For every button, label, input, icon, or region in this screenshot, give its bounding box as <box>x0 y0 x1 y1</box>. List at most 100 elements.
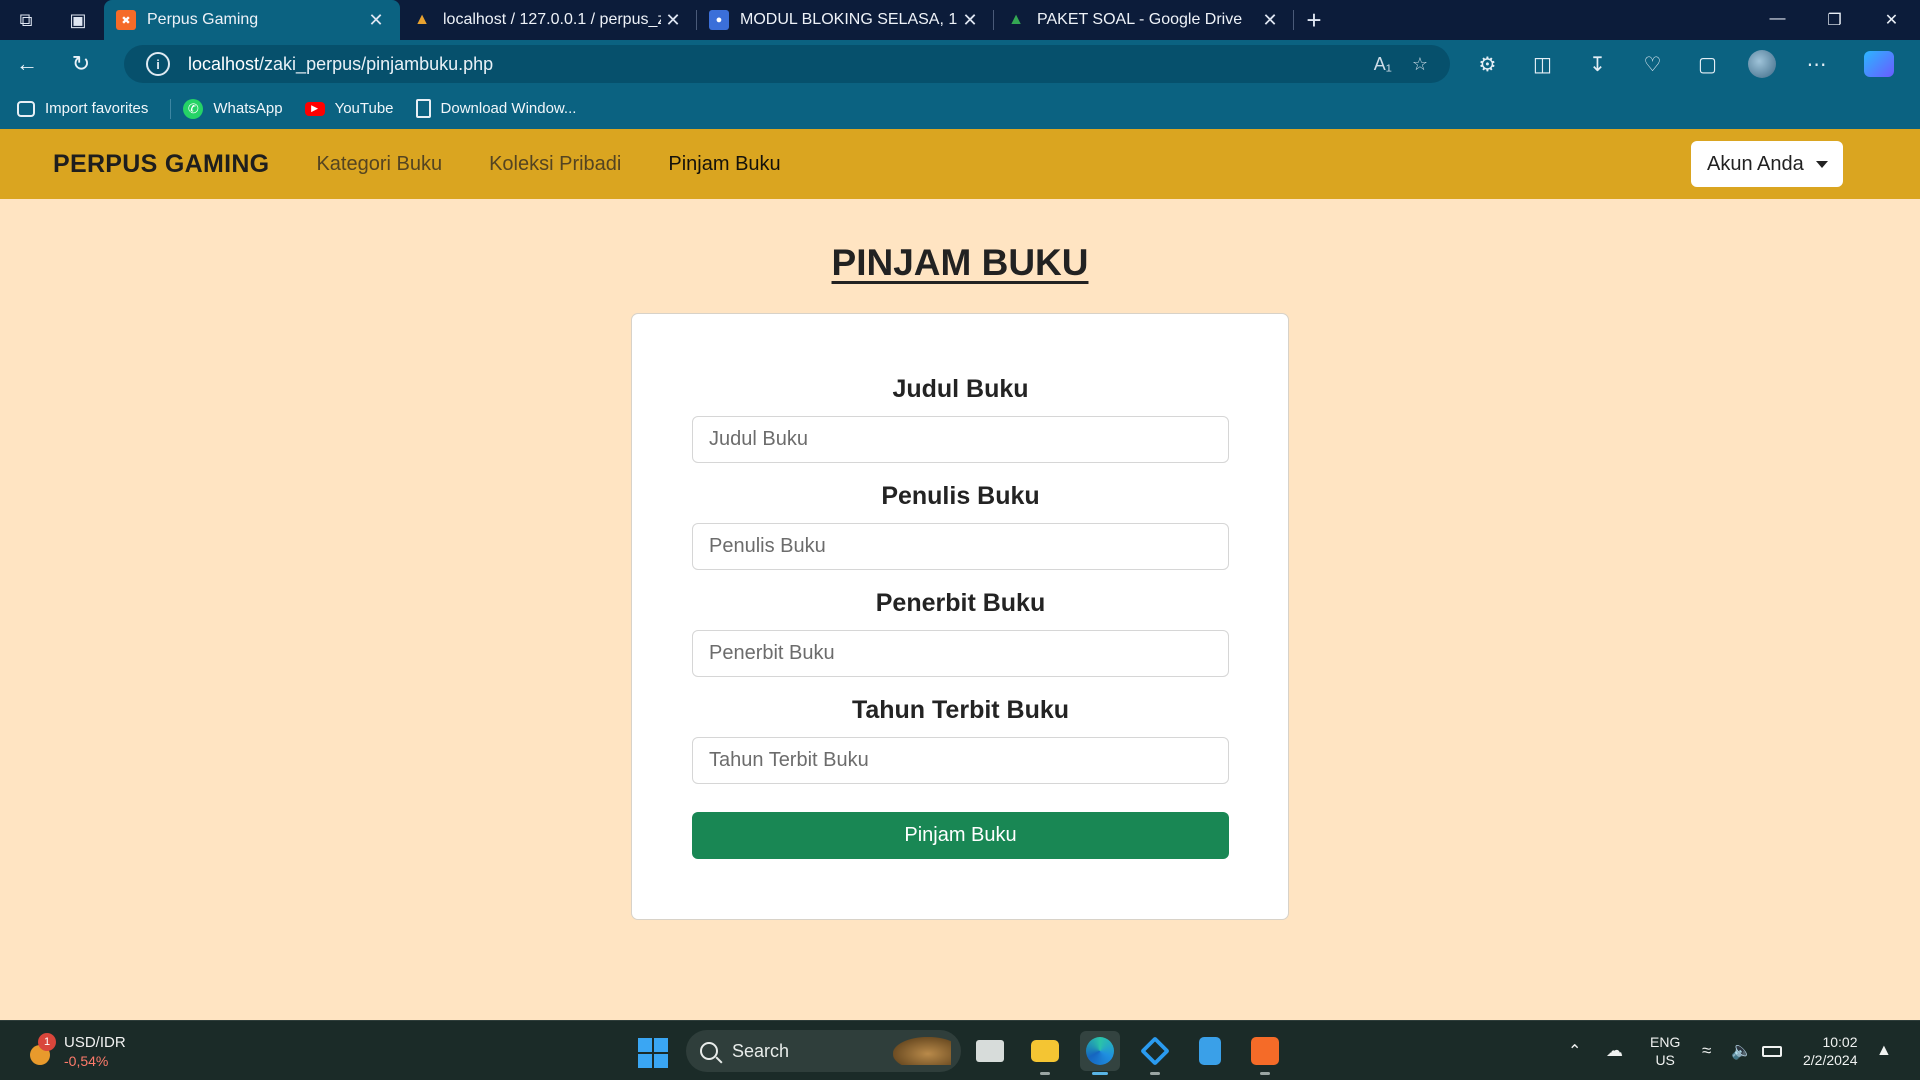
borrow-book-form: Judul Buku Penulis Buku Penerbit Buku Ta… <box>631 313 1289 920</box>
account-label: Akun Anda <box>1707 152 1804 175</box>
windows-start-icon[interactable] <box>638 1038 668 1068</box>
browser-tab-bar: ⧉ ▣ ✖ Perpus Gaming ✕ ▲ localhost / 127.… <box>0 0 1920 40</box>
nav-link-pinjam-buku[interactable]: Pinjam Buku <box>668 153 780 176</box>
favorite-download-windows[interactable]: Download Window... <box>415 99 576 118</box>
workspaces-icon[interactable]: ⧉ <box>0 0 52 40</box>
restore-icon[interactable]: ❐ <box>1806 10 1863 30</box>
refresh-icon[interactable]: ↻ <box>54 51 108 77</box>
tab-phpmyadmin[interactable]: ▲ localhost / 127.0.0.1 / perpus_zaki ✕ <box>400 0 697 40</box>
task-view-icon[interactable] <box>970 1031 1010 1071</box>
notifications-bell-icon[interactable]: ▲ <box>1876 1021 1892 1080</box>
widget-change: -0,54% <box>64 1053 109 1069</box>
site-navbar: PERPUS GAMING Kategori Buku Koleksi Prib… <box>0 129 1920 199</box>
clock-time: 10:02 <box>1822 1034 1858 1050</box>
whatsapp-icon: ✆ <box>183 98 204 119</box>
search-icon <box>700 1042 718 1060</box>
market-widget-icon: 1 <box>22 1033 56 1067</box>
minimize-icon[interactable]: — <box>1749 10 1806 30</box>
field-group-penulis: Penulis Buku <box>692 479 1229 570</box>
volume-icon[interactable]: 🔈 <box>1731 1021 1752 1080</box>
favorite-star-icon[interactable]: ☆ <box>1412 54 1428 75</box>
market-widget[interactable]: 1 USD/IDR -0,54% <box>22 1033 126 1071</box>
close-tab-icon[interactable]: ✕ <box>364 10 388 31</box>
address-bar[interactable]: i localhost/zaki_perpus/pinjambuku.php A… <box>124 45 1450 83</box>
tab-modul-bloking[interactable]: ● MODUL BLOKING SELASA, 17 OKTOBER ✕ <box>697 0 994 40</box>
tab-perpus-gaming[interactable]: ✖ Perpus Gaming ✕ <box>104 0 400 40</box>
field-group-tahun-terbit: Tahun Terbit Buku <box>692 693 1229 784</box>
notification-badge: 1 <box>38 1033 56 1051</box>
site-brand[interactable]: PERPUS GAMING <box>53 150 269 179</box>
url-path: /zaki_perpus/pinjambuku.php <box>259 53 494 74</box>
nav-link-koleksi-pribadi[interactable]: Koleksi Pribadi <box>489 153 621 176</box>
clock-date: 2/2/2024 <box>1803 1052 1858 1068</box>
widget-title: USD/IDR <box>64 1034 126 1051</box>
tab-title: MODUL BLOKING SELASA, 17 OKTOBER <box>740 11 958 28</box>
xampp-icon[interactable] <box>1245 1031 1285 1075</box>
search-highlight-icon <box>893 1037 951 1065</box>
input-language[interactable]: ENG US <box>1650 1033 1680 1069</box>
favorites-bar: Import favorites ✆ WhatsApp ▶ YouTube Do… <box>0 88 1920 129</box>
tab-title: PAKET SOAL - Google Drive <box>1037 11 1243 28</box>
pinjam-buku-button[interactable]: Pinjam Buku <box>692 812 1229 859</box>
penerbit-buku-input[interactable] <box>692 630 1229 677</box>
windows-taskbar: 1 USD/IDR -0,54% Search ⌃ ☁ ENG US ≈ 🔈 1… <box>0 1020 1920 1080</box>
url-host: localhost <box>188 53 260 74</box>
file-explorer-icon[interactable] <box>1025 1031 1065 1075</box>
extensions-icon[interactable]: ⚙ <box>1460 52 1515 77</box>
close-tab-icon[interactable]: ✕ <box>958 10 982 31</box>
favorite-import[interactable]: Import favorites <box>17 100 148 117</box>
favorite-label: Import favorites <box>45 100 149 117</box>
battery-icon[interactable] <box>1762 1021 1782 1080</box>
favorite-youtube[interactable]: ▶ YouTube <box>304 100 394 117</box>
field-group-penerbit: Penerbit Buku <box>692 586 1229 677</box>
onedrive-icon[interactable]: ☁ <box>1606 1021 1623 1080</box>
widget-text: USD/IDR -0,54% <box>64 1033 126 1071</box>
browser-essentials-icon[interactable]: ♡ <box>1625 52 1680 77</box>
tab-google-drive[interactable]: ▲ PAKET SOAL - Google Drive ✕ <box>994 0 1294 40</box>
import-icon <box>17 100 35 117</box>
field-group-judul: Judul Buku <box>692 372 1229 463</box>
language-code: ENG <box>1650 1034 1681 1050</box>
xampp-favicon-icon: ✖ <box>116 10 136 30</box>
field-label: Penerbit Buku <box>875 589 1046 617</box>
wifi-icon[interactable]: ≈ <box>1702 1021 1711 1080</box>
judul-buku-input[interactable] <box>692 416 1229 463</box>
caret-down-icon <box>1815 160 1828 168</box>
language-region: US <box>1655 1052 1675 1068</box>
tab-actions-icon[interactable]: ▣ <box>52 0 104 40</box>
phpmyadmin-favicon-icon: ▲ <box>414 11 430 28</box>
taskbar-search[interactable]: Search <box>686 1030 961 1072</box>
tahun-terbit-buku-input[interactable] <box>692 737 1229 784</box>
window-controls: — ❐ ✕ <box>1749 10 1920 30</box>
page-icon <box>415 99 431 118</box>
favorite-label: YouTube <box>334 100 394 117</box>
edge-browser-icon[interactable] <box>1080 1031 1120 1075</box>
address-actions: A₁ ☆ <box>1374 54 1428 75</box>
split-screen-icon[interactable]: ◫ <box>1515 52 1570 77</box>
system-clock[interactable]: 10:02 2/2/2024 <box>1803 1033 1858 1069</box>
new-tab-icon[interactable]: + <box>1294 5 1334 36</box>
account-dropdown-button[interactable]: Akun Anda <box>1691 141 1843 187</box>
close-tab-icon[interactable]: ✕ <box>1258 10 1282 31</box>
back-icon[interactable]: ← <box>0 51 54 77</box>
address-toolbar: ← ↻ i localhost/zaki_perpus/pinjambuku.p… <box>0 40 1920 88</box>
favorite-whatsapp[interactable]: ✆ WhatsApp <box>183 98 283 119</box>
profile-avatar[interactable] <box>1748 50 1776 78</box>
site-info-icon[interactable]: i <box>146 52 170 76</box>
tray-overflow-icon[interactable]: ⌃ <box>1568 1021 1581 1080</box>
penulis-buku-input[interactable] <box>692 523 1229 570</box>
favorite-label: WhatsApp <box>213 100 283 117</box>
notepad-icon[interactable] <box>1190 1031 1230 1071</box>
more-menu-icon[interactable]: ⋯ <box>1789 52 1844 77</box>
url-text[interactable]: localhost/zaki_perpus/pinjambuku.php <box>188 54 493 75</box>
screenshot-icon[interactable]: ▢ <box>1680 52 1735 77</box>
vscode-icon[interactable] <box>1135 1031 1175 1075</box>
copilot-icon[interactable] <box>1864 51 1894 77</box>
downloads-icon[interactable]: ↧ <box>1570 52 1625 77</box>
read-aloud-icon[interactable]: A₁ <box>1374 54 1392 75</box>
nav-link-kategori-buku[interactable]: Kategori Buku <box>316 153 442 176</box>
search-label: Search <box>732 1040 790 1061</box>
page-title: PINJAM BUKU <box>831 242 1089 283</box>
close-window-icon[interactable]: ✕ <box>1863 10 1920 30</box>
close-tab-icon[interactable]: ✕ <box>661 10 685 31</box>
